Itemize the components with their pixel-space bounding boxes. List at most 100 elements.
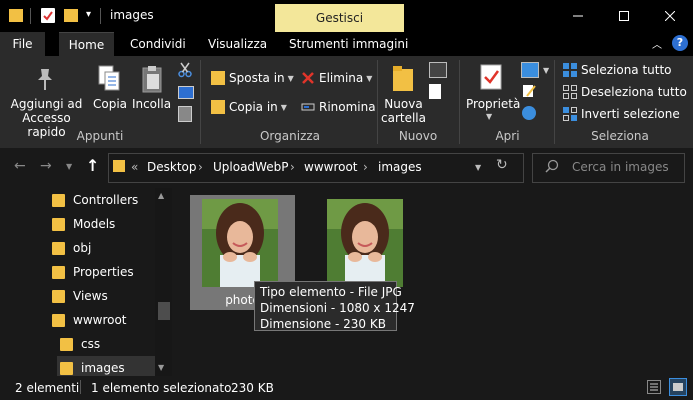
collapse-ribbon-icon[interactable]: ︿ (652, 36, 662, 51)
refresh-icon[interactable]: ↻ (496, 157, 508, 173)
move-to-icon (211, 71, 225, 85)
nav-item-css[interactable]: css (60, 332, 100, 356)
breadcrumb-wwwroot[interactable]: wwwroot (304, 160, 358, 174)
group-separator (554, 60, 555, 144)
nav-scrollbar-thumb[interactable] (158, 302, 170, 320)
nav-item-models[interactable]: Models (52, 212, 115, 236)
move-to-button[interactable]: Sposta in ▼ (211, 67, 294, 89)
up-arrow-icon[interactable]: ↑ (86, 156, 99, 175)
context-tab-gestisci[interactable]: Gestisci (275, 4, 404, 32)
tab-visualizza[interactable]: Visualizza (208, 32, 267, 56)
copy-to-label: Copia in (229, 100, 278, 114)
invert-selection-icon (563, 107, 577, 121)
properties-icon (479, 63, 503, 91)
new-folder-quick-icon[interactable] (64, 9, 78, 22)
nav-item-obj[interactable]: obj (52, 236, 91, 260)
folder-icon (52, 313, 65, 327)
edit-icon[interactable] (522, 84, 536, 98)
tab-condividi[interactable]: Condividi (130, 32, 186, 56)
maximize-button[interactable] (601, 0, 647, 32)
tab-home[interactable]: Home (59, 32, 114, 57)
chevron-down-icon[interactable]: ▼ (486, 112, 492, 121)
folder-icon (52, 241, 65, 255)
status-selected: 1 elemento selezionato (91, 381, 232, 395)
group-separator (459, 60, 460, 144)
back-arrow-icon[interactable]: ← (14, 158, 26, 174)
divider (30, 8, 31, 24)
minimize-button[interactable] (555, 0, 601, 32)
scroll-down-icon[interactable]: ▼ (158, 363, 164, 372)
open-image-icon[interactable] (521, 62, 539, 78)
forward-arrow-icon[interactable]: → (40, 158, 52, 174)
rename-button[interactable]: Rinomina (301, 96, 376, 118)
nav-item-views[interactable]: Views (52, 284, 108, 308)
tab-file[interactable]: File (0, 32, 45, 56)
breadcrumb-uploadwebp[interactable]: UploadWebP (213, 160, 288, 174)
breadcrumb-desktop[interactable]: Desktop (147, 160, 197, 174)
new-item-icon[interactable] (429, 62, 447, 78)
minimize-icon (573, 15, 583, 17)
folder-icon (52, 217, 65, 231)
nav-scrollbar[interactable] (155, 188, 172, 376)
details-view-icon[interactable] (647, 380, 661, 394)
nav-item-properties[interactable]: Properties (52, 260, 134, 284)
nav-item-controllers[interactable]: Controllers (52, 188, 138, 212)
easy-access-icon[interactable] (429, 84, 441, 99)
breadcrumb-images[interactable]: images (378, 160, 422, 174)
window-title: images (110, 8, 154, 22)
deselect-all-button[interactable]: Deseleziona tutto (563, 81, 687, 103)
copy-path-icon[interactable] (178, 86, 194, 99)
close-button[interactable] (647, 0, 693, 32)
tab-strumenti-immagini[interactable]: Strumenti immagini (289, 32, 408, 56)
paste-button[interactable]: Incolla (131, 97, 172, 111)
file-info-tooltip: Tipo elemento - File JPG Dimensioni - 10… (254, 281, 415, 331)
history-icon[interactable] (522, 106, 536, 120)
deselect-all-icon (563, 85, 577, 99)
invert-selection-button[interactable]: Inverti selezione (563, 103, 680, 125)
rename-label: Rinomina (319, 100, 376, 114)
photo-thumbnail (327, 199, 403, 287)
folder-icon (52, 193, 65, 207)
folder-app-icon (9, 9, 23, 22)
properties-button[interactable]: Proprietà (466, 97, 520, 111)
paste-icon (140, 64, 166, 94)
select-all-label: Seleziona tutto (581, 63, 672, 77)
cut-icon[interactable] (178, 62, 192, 78)
divider (80, 380, 81, 394)
chevron-down-icon: ▼ (280, 102, 287, 112)
customize-quick-access-icon[interactable]: ▾ (86, 9, 91, 20)
copy-icon (97, 64, 123, 94)
breadcrumb-separator-icon[interactable]: › (363, 160, 368, 174)
properties-quick-icon[interactable] (41, 8, 55, 23)
copy-to-icon (211, 100, 225, 114)
delete-x-icon (301, 71, 315, 85)
folder-icon (52, 265, 65, 279)
large-icons-view-icon[interactable] (669, 378, 687, 396)
copy-to-button[interactable]: Copia in ▼ (211, 96, 287, 118)
group-label-apri: Apri (495, 129, 520, 143)
group-separator (377, 60, 378, 144)
breadcrumb-separator-icon[interactable]: › (198, 160, 203, 174)
photo-thumbnail (202, 199, 278, 287)
nav-item-wwwroot[interactable]: wwwroot (52, 308, 127, 332)
help-icon[interactable]: ? (672, 35, 688, 51)
chevron-down-icon[interactable]: ▼ (543, 66, 549, 75)
recent-locations-icon[interactable]: ▼ (66, 162, 72, 171)
new-folder-button[interactable]: Nuova cartella (381, 97, 426, 125)
folder-icon (52, 289, 65, 303)
deselect-all-label: Deseleziona tutto (581, 85, 687, 99)
tooltip-type: Tipo elemento - File JPG (260, 285, 402, 299)
address-history-chevron-icon[interactable]: ▼ (475, 163, 481, 172)
tooltip-size: Dimensione - 230 KB (260, 317, 386, 331)
select-all-button[interactable]: Seleziona tutto (563, 59, 672, 81)
paste-shortcut-icon[interactable] (178, 106, 192, 122)
invert-selection-label: Inverti selezione (581, 107, 680, 121)
breadcrumb-separator-icon[interactable]: › (290, 160, 295, 174)
scroll-up-icon[interactable]: ▲ (158, 191, 164, 200)
breadcrumb-overflow[interactable]: « (131, 160, 138, 174)
delete-button[interactable]: Elimina ▼ (301, 67, 372, 89)
chevron-down-icon: ▼ (366, 73, 373, 83)
move-to-label: Sposta in (229, 71, 285, 85)
close-icon (665, 11, 675, 21)
copy-button[interactable]: Copia (91, 97, 129, 111)
